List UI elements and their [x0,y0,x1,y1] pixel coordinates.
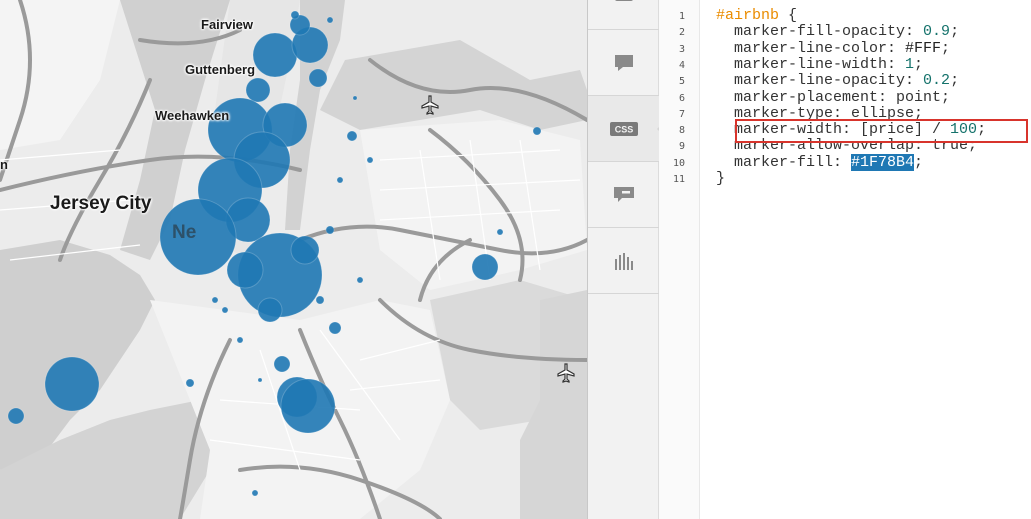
code-token: ; [914,153,924,171]
code-token: ; [950,23,960,41]
code-token: { [779,7,798,24]
code-line[interactable]: marker-line-opacity: 0.2; [716,73,959,89]
code-token: marker-line-color: [716,39,906,57]
code-token: ; [914,55,924,73]
code-token: 0.2 [923,72,951,90]
editor-toolbar: CSS [587,0,667,519]
bar-chart-icon [614,252,633,270]
line-number: 5 [678,76,685,88]
css-icon: CSS [609,121,638,136]
line-number: 8 [678,125,685,137]
code-token: 1 [905,55,915,73]
line-number: 1 [678,11,685,22]
line-number: 6 [678,92,685,104]
code-token: #airbnb [716,7,780,24]
map-label-partial: n [0,157,8,172]
speech-bubble-icon [614,54,633,71]
line-number: 4 [678,59,685,71]
code-token: marker-fill-opacity: [716,23,924,41]
line-number: 9 [678,141,685,153]
code-line[interactable]: marker-line-width: 1; [716,55,924,73]
code-line[interactable]: #airbnb { [716,8,797,24]
code-token: ; [941,39,951,57]
highlight-annotation [735,119,1028,143]
line-gutter: 1 2 3 4 5 6 7 8 9 10 11 [659,0,700,519]
map-label-jersey-city: Jersey City [50,193,152,214]
tab-css[interactable]: CSS [588,96,667,162]
code-token: marker-fill: [716,153,852,171]
code-token: #1F78B4 [851,153,915,171]
css-editor[interactable]: 1 2 3 4 5 6 7 8 9 10 11 #airbnb { marker-fill-opac… [659,0,1031,519]
code-line[interactable]: marker-fill: #1F78B4; [716,153,924,171]
line-number: 11 [672,174,685,185]
code-token: #FFF [905,39,942,57]
map-view[interactable]: Fairview Guttenberg Weehawken Jersey Cit… [0,0,587,519]
toolbar-item-legend[interactable] [588,162,659,228]
code-token: 0.9 [923,23,951,41]
map-label-guttenberg: Guttenberg [185,62,256,77]
toolbar-item-top[interactable] [588,0,659,30]
code-line[interactable]: marker-placement: point; [716,88,951,106]
map-label-new-york-partial: Ne [172,222,197,243]
css-icon-label: CSS [614,124,633,134]
code-token: ; [950,72,960,90]
map-basemap [0,0,587,519]
code-token: } [716,170,726,187]
toolbar-item-chart[interactable] [588,228,659,294]
toolbar-item-infowindow[interactable] [588,30,659,96]
map-label-weehawken: Weehawken [155,108,230,123]
line-number: 7 [678,108,685,120]
code-token: marker-line-width: [716,55,906,73]
legend-icon [613,186,634,202]
code-line[interactable]: marker-fill-opacity: 0.9; [716,24,959,40]
code-token: marker-placement: point; [716,88,951,106]
code-line[interactable]: } [716,171,725,187]
panel-icon [615,0,632,1]
line-number: 10 [672,157,685,169]
code-token: marker-line-opacity: [716,72,924,90]
code-line[interactable]: marker-line-color: #FFF; [716,39,951,57]
line-number: 3 [678,43,685,55]
line-number: 2 [678,27,685,39]
map-label-fairview: Fairview [201,17,254,32]
